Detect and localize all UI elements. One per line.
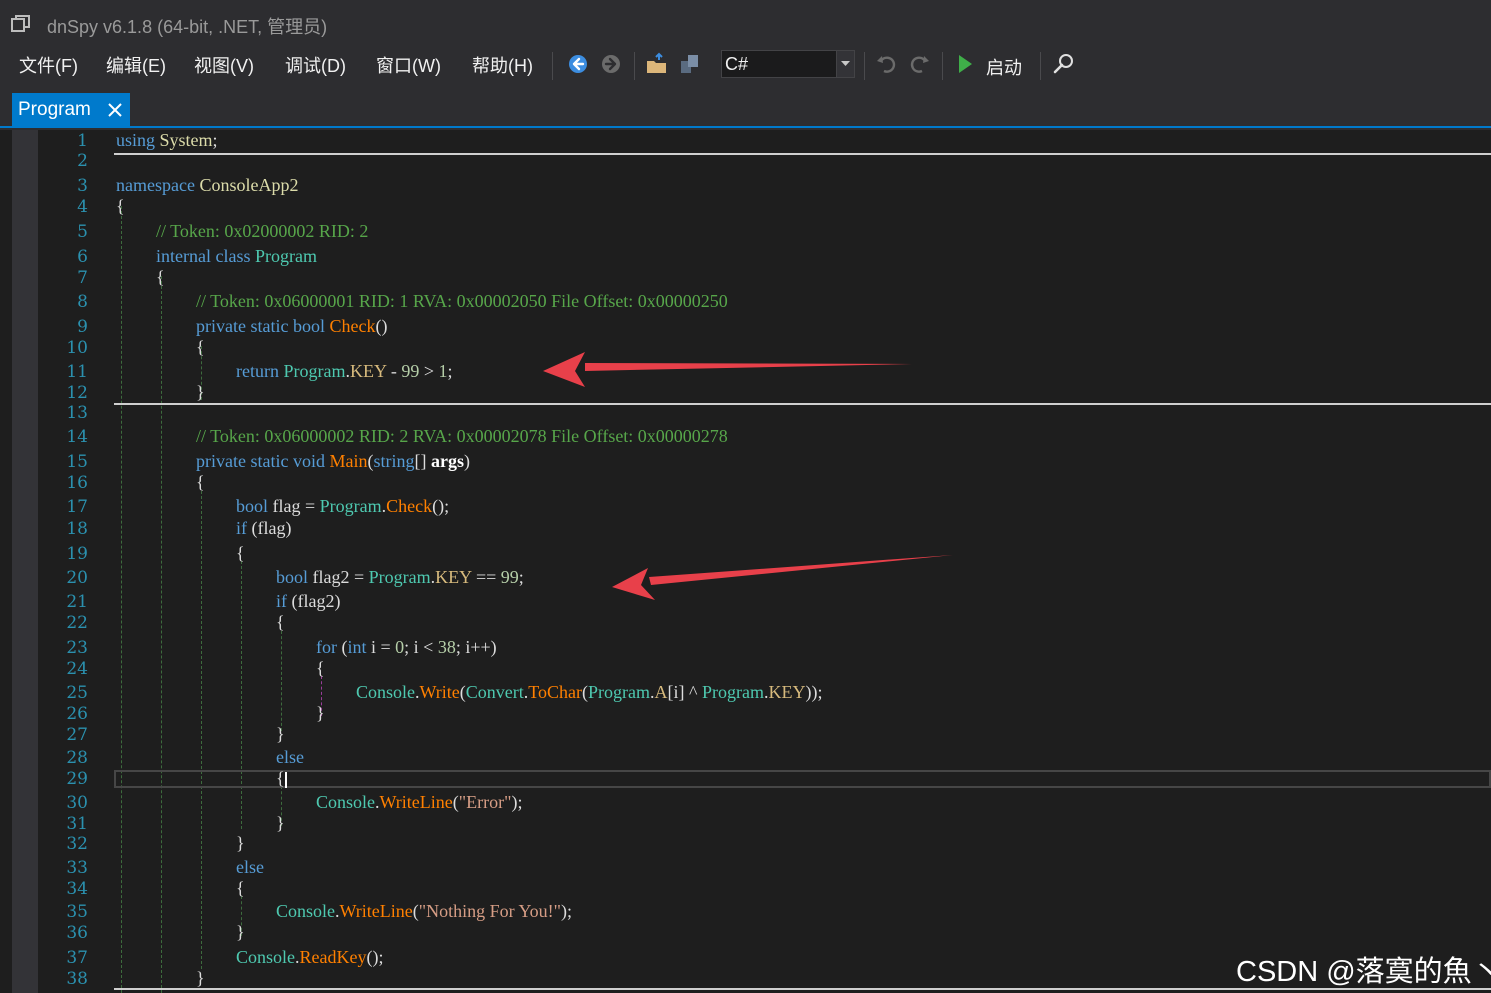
watermark: CSDN @落寞的魚丶: [1236, 956, 1491, 988]
red-arrow-1: [543, 352, 912, 387]
red-arrow-2: [612, 555, 953, 600]
annotation-arrows: [543, 352, 953, 600]
